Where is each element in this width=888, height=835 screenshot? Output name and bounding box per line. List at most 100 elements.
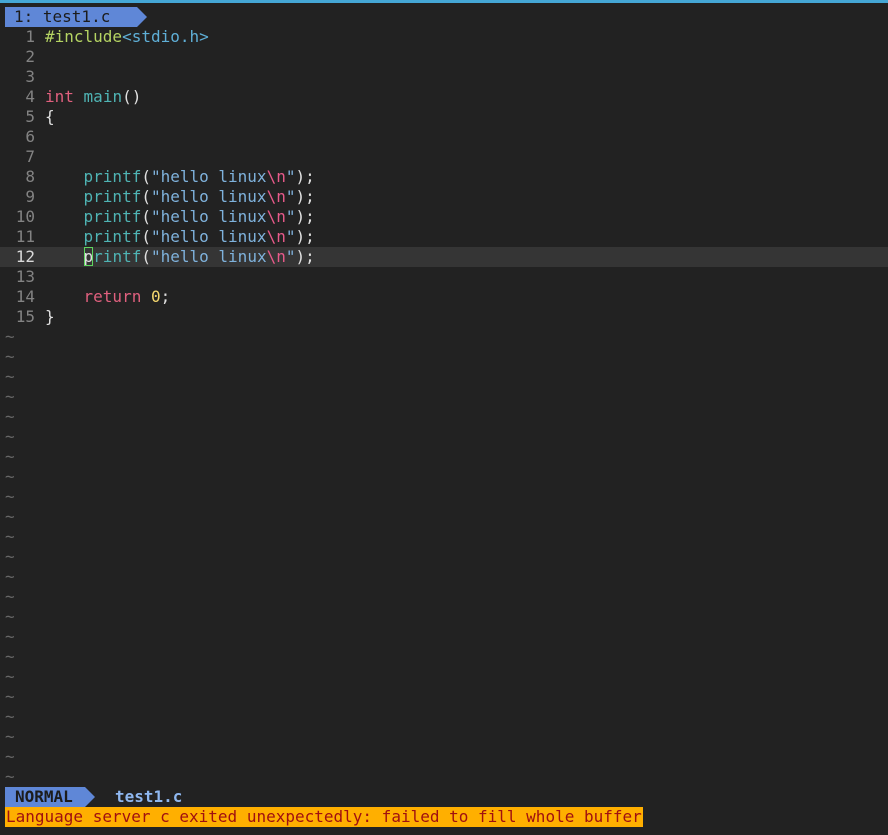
tilde-marker: ~ <box>5 407 15 426</box>
empty-buffer-line: ~ <box>0 647 888 667</box>
tilde-marker: ~ <box>5 707 15 726</box>
empty-buffer-line: ~ <box>0 487 888 507</box>
code-line[interactable]: 8 printf("hello linux\n"); <box>0 167 888 187</box>
code-token: ); <box>295 247 315 266</box>
code-token: printf <box>83 167 142 186</box>
code-line[interactable]: 9 printf("hello linux\n"); <box>0 187 888 207</box>
editor-buffer[interactable]: 1 #include<stdio.h> 2 3 4 int main() 5{6 7 8 pri… <box>0 27 888 787</box>
empty-buffer-line: ~ <box>0 407 888 427</box>
line-code[interactable]: printf("hello linux\n"); <box>45 207 315 227</box>
code-token: \n <box>266 167 286 186</box>
empty-buffer-line: ~ <box>0 367 888 387</box>
empty-buffer-line: ~ <box>0 467 888 487</box>
code-token: "hello linux <box>150 167 267 186</box>
empty-buffer-line: ~ <box>0 387 888 407</box>
buffer-tab[interactable]: 1: test1.c <box>5 7 137 27</box>
code-line-current[interactable]: 12 printf("hello linux\n"); <box>0 247 888 267</box>
code-line[interactable]: 15} <box>0 307 888 327</box>
code-token: "hello linux <box>150 227 267 246</box>
line-code[interactable]: #include<stdio.h> <box>45 27 209 47</box>
line-number: 5 <box>25 107 35 126</box>
empty-buffer-line: ~ <box>0 607 888 627</box>
tilde-marker: ~ <box>5 387 15 406</box>
code-token: int <box>45 87 74 106</box>
code-token: \n <box>266 227 286 246</box>
code-line[interactable]: 10 printf("hello linux\n"); <box>0 207 888 227</box>
tilde-marker: ~ <box>5 327 15 346</box>
line-code[interactable]: printf("hello linux\n"); <box>45 247 315 267</box>
tilde-marker: ~ <box>5 527 15 546</box>
empty-buffer-line: ~ <box>0 447 888 467</box>
code-token: ( <box>141 207 151 226</box>
empty-buffer-line: ~ <box>0 567 888 587</box>
empty-buffer-line: ~ <box>0 767 888 787</box>
line-number: 6 <box>25 127 35 146</box>
line-code[interactable]: int main() <box>45 87 141 107</box>
code-token: \n <box>266 247 286 266</box>
code-line[interactable]: 14 return 0; <box>0 287 888 307</box>
code-token: <stdio.h> <box>122 27 209 46</box>
window-top-border <box>0 0 888 3</box>
tilde-marker: ~ <box>5 607 15 626</box>
tilde-marker: ~ <box>5 767 15 786</box>
code-token: ); <box>295 187 315 206</box>
code-token: printf <box>83 227 142 246</box>
line-number: 13 <box>15 267 35 286</box>
empty-buffer-line: ~ <box>0 707 888 727</box>
mode-separator-arrow <box>85 787 95 807</box>
line-number: 9 <box>25 187 35 206</box>
line-number: 10 <box>15 207 35 226</box>
line-code[interactable]: return 0; <box>45 287 171 307</box>
line-code[interactable]: printf("hello linux\n"); <box>45 167 315 187</box>
line-code[interactable]: printf("hello linux\n"); <box>45 227 315 247</box>
text-cursor: p <box>83 247 94 266</box>
code-token: } <box>45 307 55 326</box>
tilde-marker: ~ <box>5 367 15 386</box>
code-token: () <box>122 87 142 106</box>
code-token: ( <box>141 247 151 266</box>
error-message: Language server c exited unexpectedly: f… <box>5 807 643 827</box>
tilde-marker: ~ <box>5 447 15 466</box>
code-token: \n <box>266 207 286 226</box>
line-code[interactable]: { <box>45 107 55 127</box>
line-number: 3 <box>25 67 35 86</box>
code-line[interactable]: 7 <box>0 147 888 167</box>
code-token: ( <box>141 167 151 186</box>
code-line[interactable]: 5{ <box>0 107 888 127</box>
code-token: printf <box>83 187 142 206</box>
code-line[interactable]: 1 #include<stdio.h> <box>0 27 888 47</box>
code-line[interactable]: 6 <box>0 127 888 147</box>
code-line[interactable]: 3 <box>0 67 888 87</box>
code-token: "hello linux <box>150 207 267 226</box>
code-line[interactable]: 11 printf("hello linux\n"); <box>0 227 888 247</box>
line-number: 15 <box>15 307 35 326</box>
line-number: 1 <box>25 27 35 46</box>
empty-buffer-line: ~ <box>0 687 888 707</box>
code-token: #include <box>45 27 123 46</box>
tilde-marker: ~ <box>5 347 15 366</box>
code-line[interactable]: 2 <box>0 47 888 67</box>
code-line[interactable]: 4 int main() <box>0 87 888 107</box>
empty-buffer-line: ~ <box>0 747 888 767</box>
tilde-marker: ~ <box>5 427 15 446</box>
line-code[interactable]: printf("hello linux\n"); <box>45 187 315 207</box>
code-token: return <box>83 287 142 306</box>
empty-buffer-line: ~ <box>0 627 888 647</box>
line-number: 7 <box>25 147 35 166</box>
statusline: NORMAL test1.c <box>0 787 888 807</box>
line-code[interactable]: } <box>45 307 55 327</box>
empty-buffer-line: ~ <box>0 587 888 607</box>
code-line[interactable]: 13 <box>0 267 888 287</box>
code-token: 0 <box>150 287 161 306</box>
code-token: printf <box>83 207 142 226</box>
tilde-marker: ~ <box>5 567 15 586</box>
empty-buffer-line: ~ <box>0 347 888 367</box>
empty-buffer-line: ~ <box>0 667 888 687</box>
